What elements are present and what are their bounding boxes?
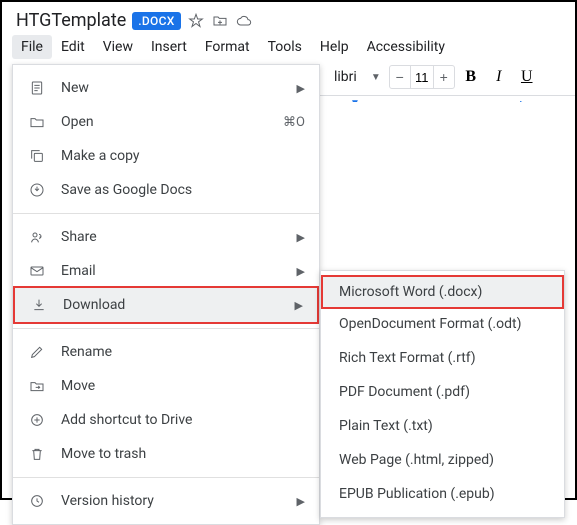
menu-trash[interactable]: Move to trash	[13, 437, 319, 471]
menu-make-copy[interactable]: Make a copy	[13, 139, 319, 173]
font-selector[interactable]: libri	[328, 67, 363, 87]
separator	[13, 213, 319, 214]
font-size-increase[interactable]: +	[434, 66, 454, 88]
download-submenu: Microsoft Word (.docx) OpenDocument Form…	[320, 270, 565, 518]
menu-label: Version history	[61, 493, 297, 509]
download-docx[interactable]: Microsoft Word (.docx)	[321, 275, 564, 309]
document-icon	[27, 78, 47, 98]
move-folder-icon[interactable]	[211, 12, 229, 30]
menu-move[interactable]: Move	[13, 369, 319, 403]
menu-label: Download	[63, 297, 295, 313]
download-txt[interactable]: Plain Text (.txt)	[321, 409, 564, 443]
menu-label: New	[61, 80, 297, 96]
file-menu-dropdown: New ▶ Open ⌘O Make a copy Save as Google…	[12, 64, 320, 525]
download-epub[interactable]: EPUB Publication (.epub)	[321, 477, 564, 511]
menu-label: Share	[61, 229, 297, 245]
menu-file[interactable]: File	[12, 35, 52, 59]
menu-new[interactable]: New ▶	[13, 71, 319, 105]
menu-label: Open	[61, 114, 283, 130]
menu-help[interactable]: Help	[311, 35, 358, 59]
menu-label: Move to trash	[61, 446, 305, 462]
menu-label: Rename	[61, 344, 305, 360]
font-size-decrease[interactable]: −	[390, 66, 410, 88]
font-size-input[interactable]	[410, 66, 434, 88]
menu-share[interactable]: Share ▶	[13, 220, 319, 254]
menu-label: Add shortcut to Drive	[61, 412, 305, 428]
menu-version-history[interactable]: Version history ▶	[13, 484, 319, 518]
menu-label: Move	[61, 378, 305, 394]
underline-button[interactable]: U	[515, 65, 539, 89]
submenu-arrow-icon: ▶	[295, 299, 303, 312]
submenu-arrow-icon: ▶	[297, 82, 305, 95]
shortcut-text: ⌘O	[283, 115, 305, 130]
download-icon	[29, 295, 49, 315]
menu-accessibility[interactable]: Accessibility	[358, 35, 454, 59]
menu-download[interactable]: Download ▶	[13, 286, 319, 324]
chevron-down-icon[interactable]: ▼	[367, 72, 385, 83]
download-odt[interactable]: OpenDocument Format (.odt)	[321, 307, 564, 341]
shortcut-icon	[27, 410, 47, 430]
menu-email[interactable]: Email ▶	[13, 254, 319, 288]
save-icon	[27, 180, 47, 200]
italic-button[interactable]: I	[487, 65, 511, 89]
titlebar: HTGTemplate .DOCX	[2, 2, 575, 35]
download-rtf[interactable]: Rich Text Format (.rtf)	[321, 341, 564, 375]
toolbar: libri ▼ − + B I U	[320, 59, 575, 96]
cloud-icon[interactable]	[235, 12, 253, 30]
font-size-stepper: − +	[389, 65, 455, 89]
submenu-arrow-icon: ▶	[297, 231, 305, 244]
history-icon	[27, 491, 47, 511]
menu-open[interactable]: Open ⌘O	[13, 105, 319, 139]
star-icon[interactable]	[187, 12, 205, 30]
copy-icon	[27, 146, 47, 166]
file-type-badge: .DOCX	[132, 12, 180, 30]
submenu-arrow-icon: ▶	[297, 265, 305, 278]
separator	[13, 328, 319, 329]
download-pdf[interactable]: PDF Document (.pdf)	[321, 375, 564, 409]
email-icon	[27, 261, 47, 281]
document-title[interactable]: HTGTemplate	[16, 10, 126, 31]
menu-label: Make a copy	[61, 148, 305, 164]
separator	[13, 477, 319, 478]
trash-icon	[27, 444, 47, 464]
submenu-arrow-icon: ▶	[297, 495, 305, 508]
menu-label: Email	[61, 263, 297, 279]
menubar: File Edit View Insert Format Tools Help …	[2, 35, 575, 59]
menu-tools[interactable]: Tools	[259, 35, 311, 59]
move-icon	[27, 376, 47, 396]
bold-button[interactable]: B	[459, 65, 483, 89]
menu-edit[interactable]: Edit	[52, 35, 94, 59]
menu-add-shortcut[interactable]: Add shortcut to Drive	[13, 403, 319, 437]
menu-format[interactable]: Format	[196, 35, 259, 59]
pencil-icon	[27, 342, 47, 362]
menu-view[interactable]: View	[94, 35, 142, 59]
menu-insert[interactable]: Insert	[142, 35, 196, 59]
menu-save-gdocs[interactable]: Save as Google Docs	[13, 173, 319, 207]
download-html[interactable]: Web Page (.html, zipped)	[321, 443, 564, 477]
menu-rename[interactable]: Rename	[13, 335, 319, 369]
folder-icon	[27, 112, 47, 132]
share-icon	[27, 227, 47, 247]
menu-label: Save as Google Docs	[61, 182, 305, 198]
